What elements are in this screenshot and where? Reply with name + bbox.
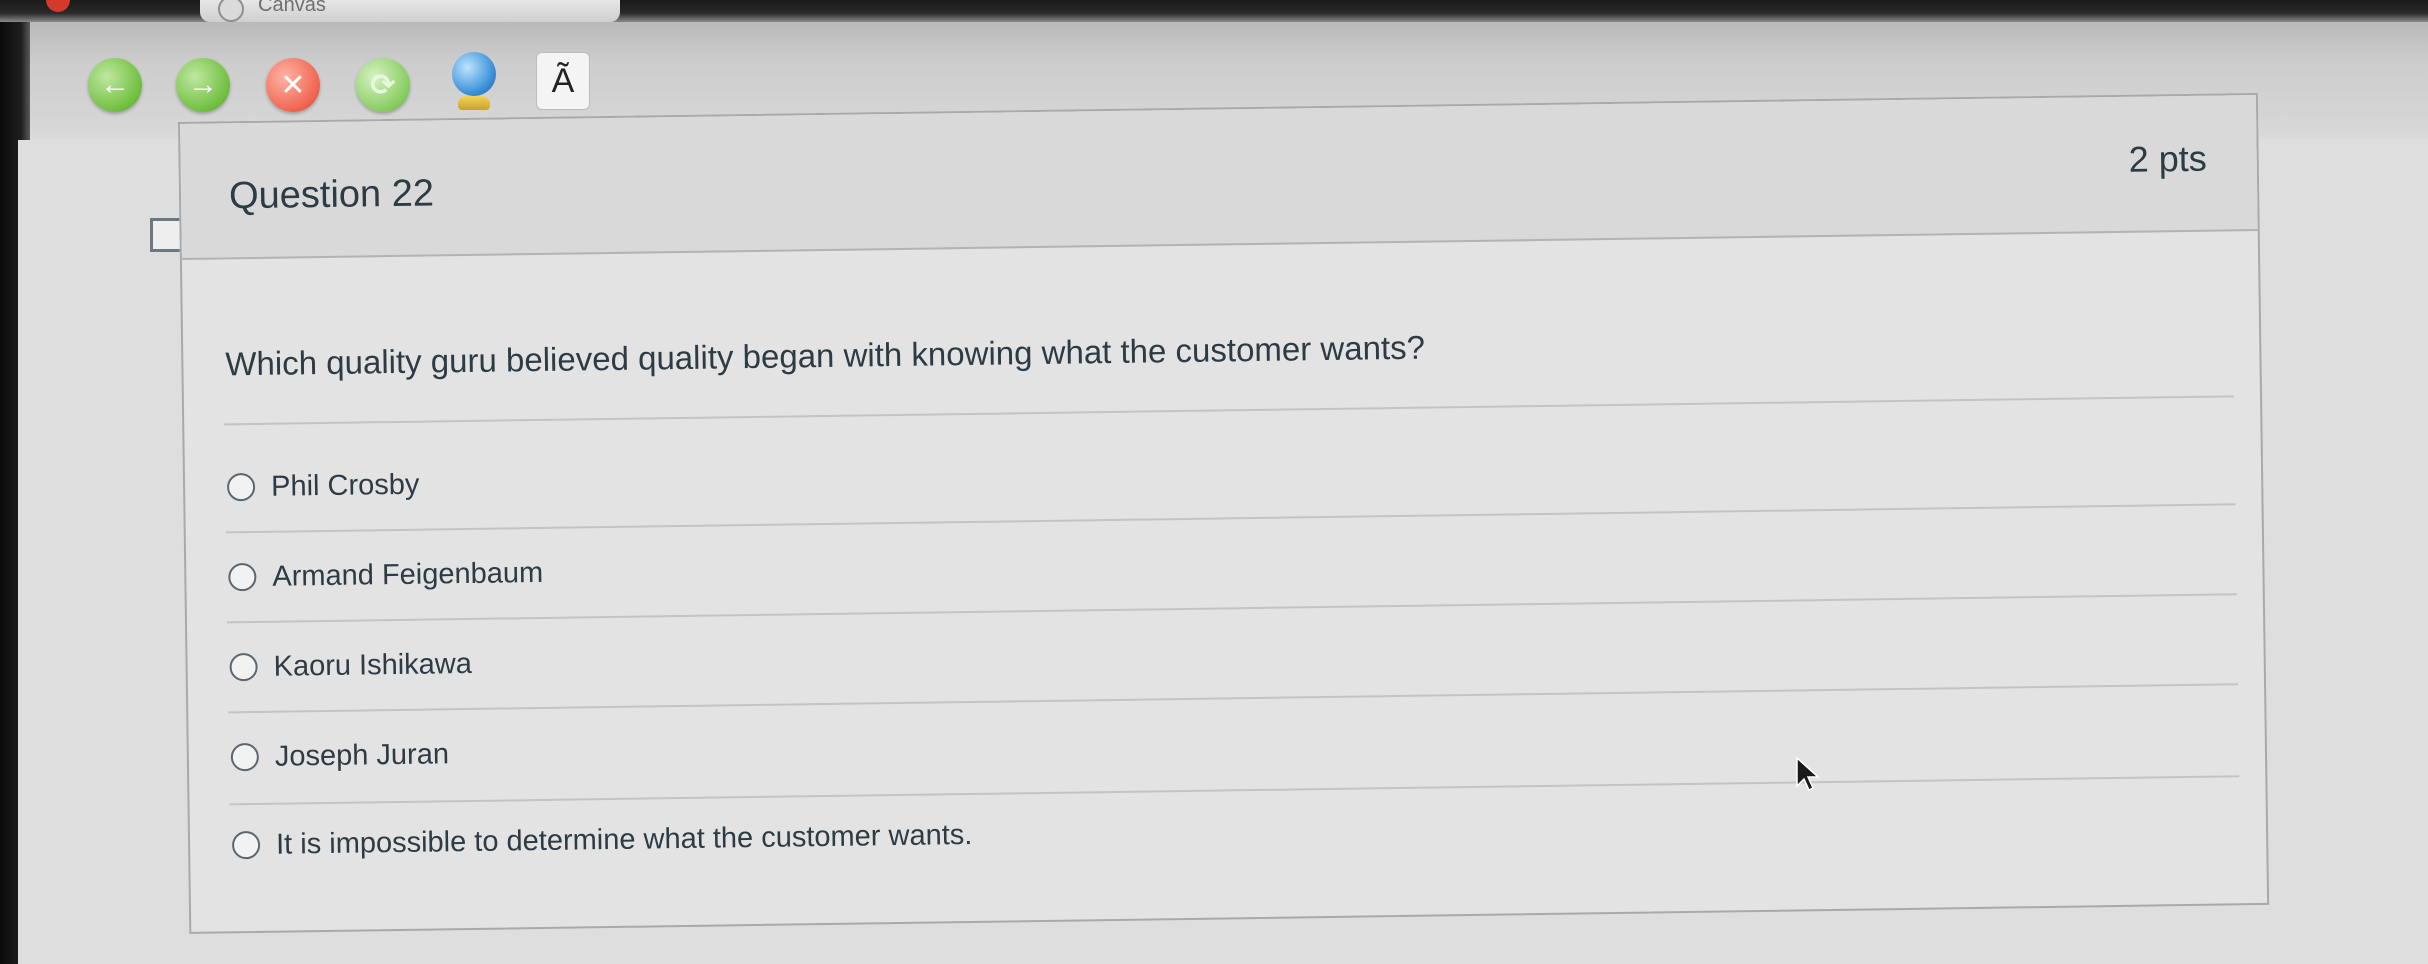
answer-option-phil-crosby[interactable]: Phil Crosby <box>226 455 420 518</box>
question-header: Question 22 2 pts <box>180 94 2258 260</box>
forward-button[interactable]: → <box>176 58 230 112</box>
answer-label: Kaoru Ishikawa <box>273 647 473 683</box>
close-icon: ✕ <box>280 68 306 102</box>
question-prompt: Which quality guru believed quality bega… <box>225 328 1426 383</box>
font-icon: Ã <box>551 61 575 100</box>
answer-label: Joseph Juran <box>274 737 450 773</box>
home-button[interactable] <box>446 52 502 116</box>
stop-button[interactable]: ✕ <box>266 58 320 112</box>
question-title: Question 22 <box>228 172 435 218</box>
globe-stand <box>458 96 490 110</box>
answer-option-impossible[interactable]: It is impossible to determine what the c… <box>231 805 973 875</box>
answer-label: Armand Feigenbaum <box>272 556 544 593</box>
arrow-right-icon: → <box>188 68 218 101</box>
tab-title: Canvas <box>258 0 326 16</box>
divider <box>228 683 2239 714</box>
question-points: 2 pts <box>2128 137 2207 180</box>
back-button[interactable]: ← <box>88 58 142 112</box>
radio-button[interactable] <box>231 830 261 860</box>
answer-label: Phil Crosby <box>270 468 420 503</box>
divider <box>225 503 2236 534</box>
question-card: Question 22 2 pts Which quality guru bel… <box>178 92 2270 934</box>
arrow-left-icon: ← <box>100 68 130 101</box>
divider <box>229 775 2240 806</box>
answer-option-joseph-juran[interactable]: Joseph Juran <box>230 724 449 787</box>
mouse-cursor-icon <box>1796 756 1820 792</box>
text-size-button[interactable]: Ã <box>536 52 590 110</box>
radio-button[interactable] <box>229 652 258 682</box>
refresh-icon: ⟳ <box>370 68 396 102</box>
radio-button[interactable] <box>226 472 256 502</box>
answer-option-armand-feigenbaum[interactable]: Armand Feigenbaum <box>228 543 544 607</box>
answer-option-kaoru-ishikawa[interactable]: Kaoru Ishikawa <box>229 634 472 697</box>
reload-button[interactable]: ⟳ <box>356 58 410 112</box>
radio-button[interactable] <box>230 742 260 772</box>
radio-button[interactable] <box>228 562 257 592</box>
answer-label: It is impossible to determine what the c… <box>275 818 973 861</box>
divider <box>224 395 2235 426</box>
globe-icon <box>452 52 496 96</box>
